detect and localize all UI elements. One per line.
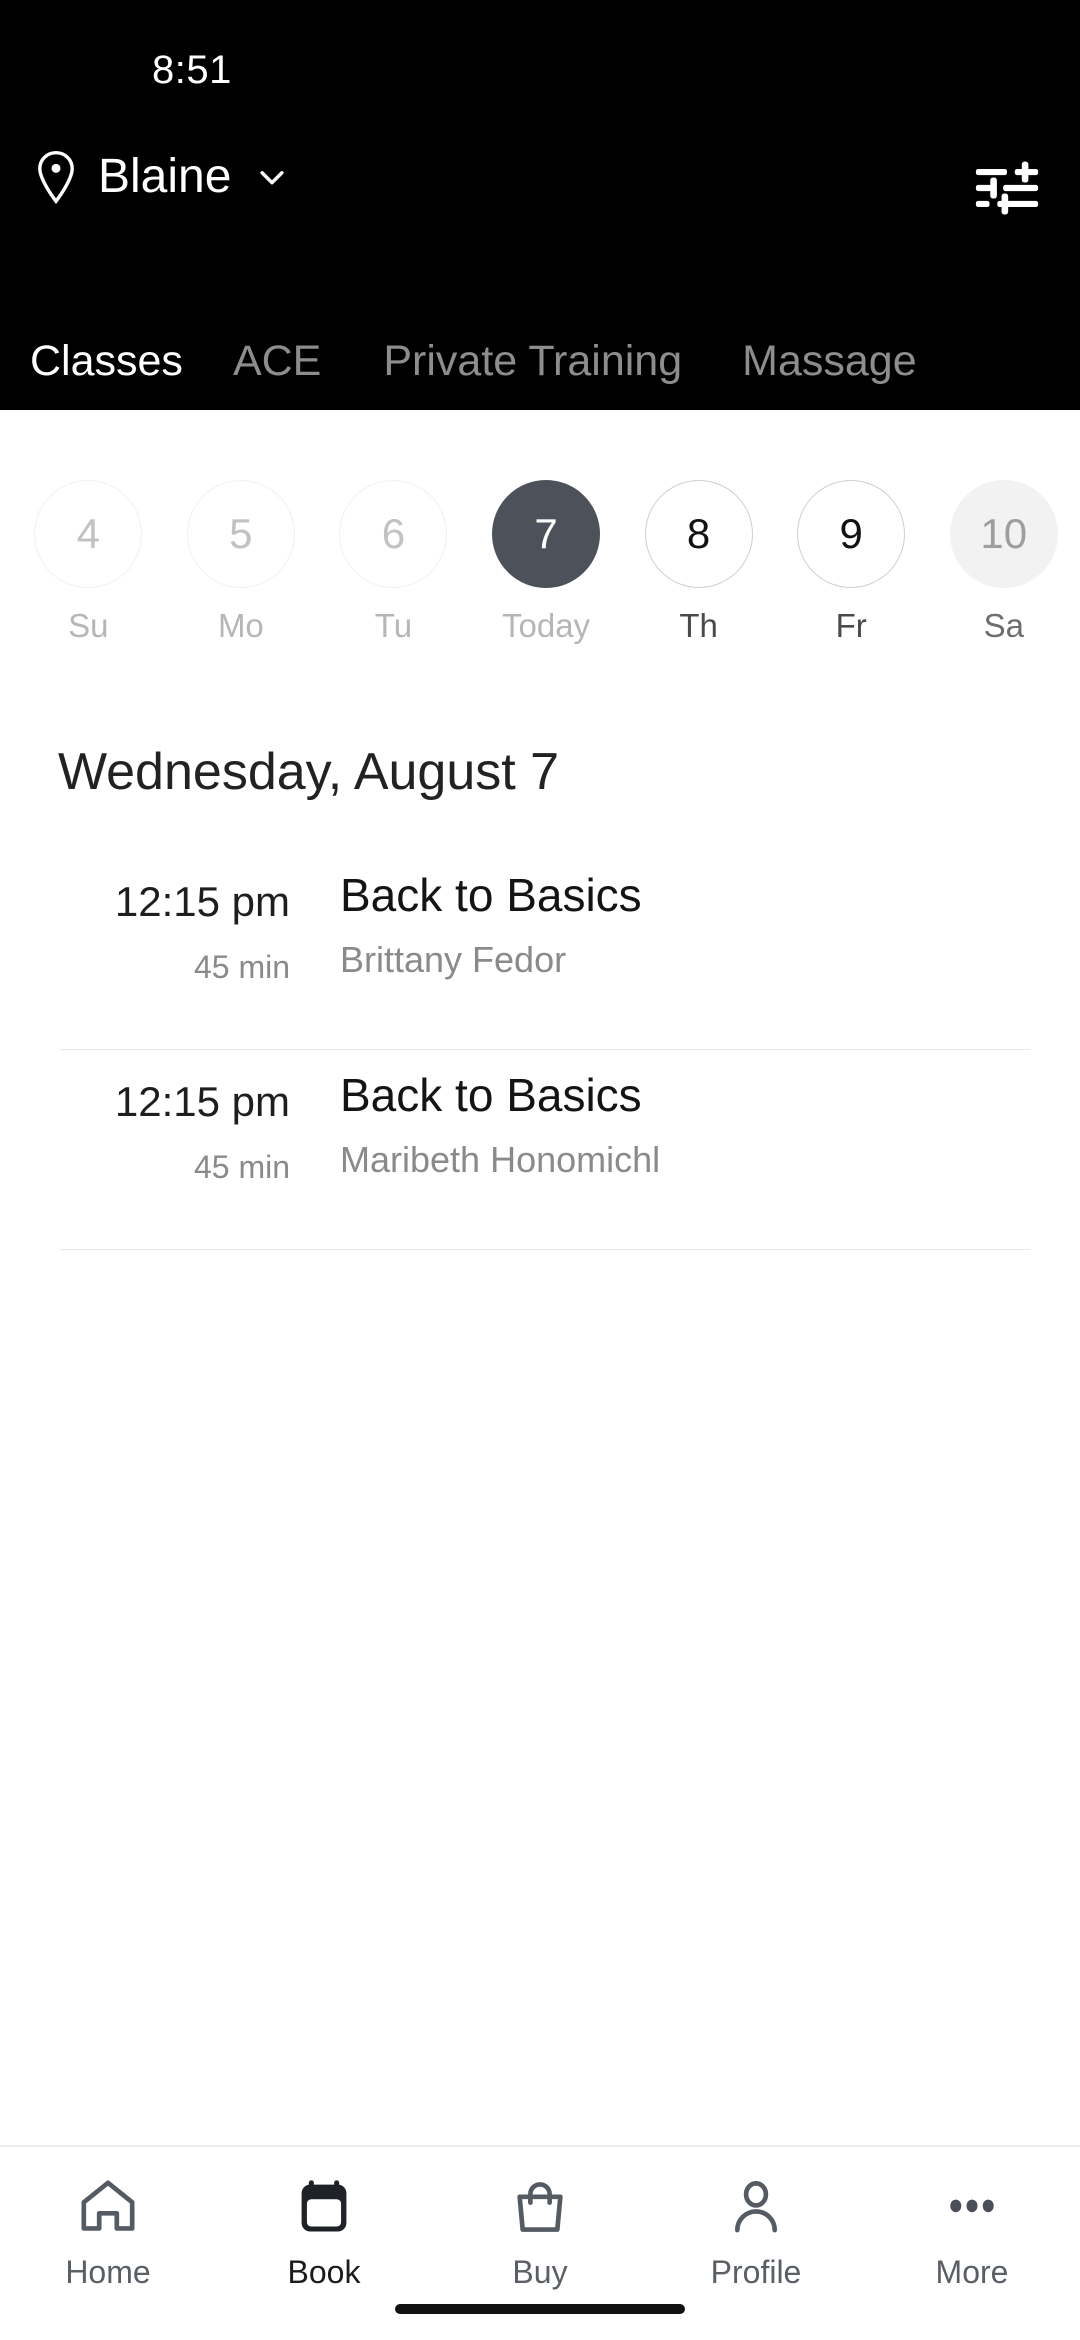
date-number: 4 <box>34 480 143 588</box>
location-selector[interactable]: Blaine <box>34 150 289 205</box>
app-screen: 8:51 Blaine Classes ACE Private Training… <box>0 0 1080 2340</box>
date-number: 8 <box>644 480 753 588</box>
date-weekday: Fr <box>835 607 867 644</box>
nav-item-book[interactable]: Book <box>216 2147 432 2291</box>
nav-label: Profile <box>710 2254 802 2290</box>
date-cell-8[interactable]: 8 Th <box>622 410 775 644</box>
filter-tune-icon[interactable] <box>972 158 1042 218</box>
tab-private-training[interactable]: Private Training <box>383 336 682 386</box>
nav-label: Home <box>65 2254 151 2290</box>
person-icon <box>720 2171 792 2243</box>
list-divider <box>60 1249 1030 1250</box>
nav-item-more[interactable]: More <box>864 2147 1080 2291</box>
date-weekday-today: Today <box>501 607 591 644</box>
nav-item-home[interactable]: Home <box>0 2147 216 2291</box>
tab-classes[interactable]: Classes <box>30 336 183 386</box>
tab-ace[interactable]: ACE <box>233 336 321 386</box>
date-number: 5 <box>186 480 295 588</box>
class-list-item[interactable]: 12:15 pm 45 min Back to Basics Maribeth … <box>0 1050 1080 1250</box>
nav-label: Book <box>287 2254 361 2290</box>
class-name: Back to Basics <box>340 1069 642 1121</box>
date-cell-4[interactable]: 4 Su <box>12 410 165 644</box>
nav-item-profile[interactable]: Profile <box>648 2147 864 2291</box>
class-instructor: Maribeth Honomichl <box>340 1139 661 1180</box>
more-dots-icon <box>936 2171 1008 2243</box>
date-number-selected: 7 <box>492 480 601 588</box>
class-duration: 45 min <box>193 1149 290 1185</box>
date-cell-7-today[interactable]: 7 Today <box>470 410 623 644</box>
date-weekday: Su <box>68 607 109 644</box>
class-list-item[interactable]: 12:15 pm 45 min Back to Basics Brittany … <box>0 850 1080 1050</box>
page-title: Wednesday, August 7 <box>58 743 560 801</box>
nav-item-buy[interactable]: Buy <box>432 2147 648 2291</box>
class-time: 12:15 pm <box>114 1078 290 1125</box>
class-duration: 45 min <box>193 949 290 985</box>
status-bar-clock: 8:51 <box>152 48 232 92</box>
chevron-down-icon[interactable] <box>255 160 289 194</box>
map-pin-icon <box>34 150 78 205</box>
category-tabs: Classes ACE Private Training Massage <box>0 312 1080 410</box>
nav-label: More <box>935 2254 1009 2290</box>
calendar-icon <box>288 2171 360 2243</box>
class-time: 12:15 pm <box>114 878 290 925</box>
date-weekday: Th <box>679 607 718 644</box>
nav-label: Buy <box>512 2254 568 2290</box>
status-bar: 8:51 <box>0 0 1080 110</box>
date-strip: 4 Su 5 Mo 6 Tu 7 Today 8 Th 9 Fr 10 Sa <box>0 410 1080 660</box>
date-number: 6 <box>339 480 448 588</box>
home-icon <box>72 2171 144 2243</box>
date-cell-6[interactable]: 6 Tu <box>317 410 470 644</box>
class-list: 12:15 pm 45 min Back to Basics Brittany … <box>0 850 1080 1250</box>
location-name: Blaine <box>98 150 232 203</box>
home-indicator <box>395 2304 685 2314</box>
date-cell-10[interactable]: 10 Sa <box>927 410 1080 644</box>
date-cell-9[interactable]: 9 Fr <box>775 410 928 644</box>
date-weekday: Sa <box>983 607 1024 644</box>
date-weekday: Tu <box>374 607 413 644</box>
date-number: 9 <box>797 480 906 588</box>
shopping-bag-icon <box>504 2171 576 2243</box>
tab-massage[interactable]: Massage <box>742 336 916 386</box>
date-number: 10 <box>949 480 1058 588</box>
date-cell-5[interactable]: 5 Mo <box>165 410 318 644</box>
class-name: Back to Basics <box>340 869 642 921</box>
class-instructor: Brittany Fedor <box>340 939 567 980</box>
date-weekday: Mo <box>217 607 264 644</box>
bottom-navigation: Home Book Buy Profile More <box>0 2145 1080 2340</box>
top-header: 8:51 Blaine Classes ACE Private Training… <box>0 0 1080 410</box>
